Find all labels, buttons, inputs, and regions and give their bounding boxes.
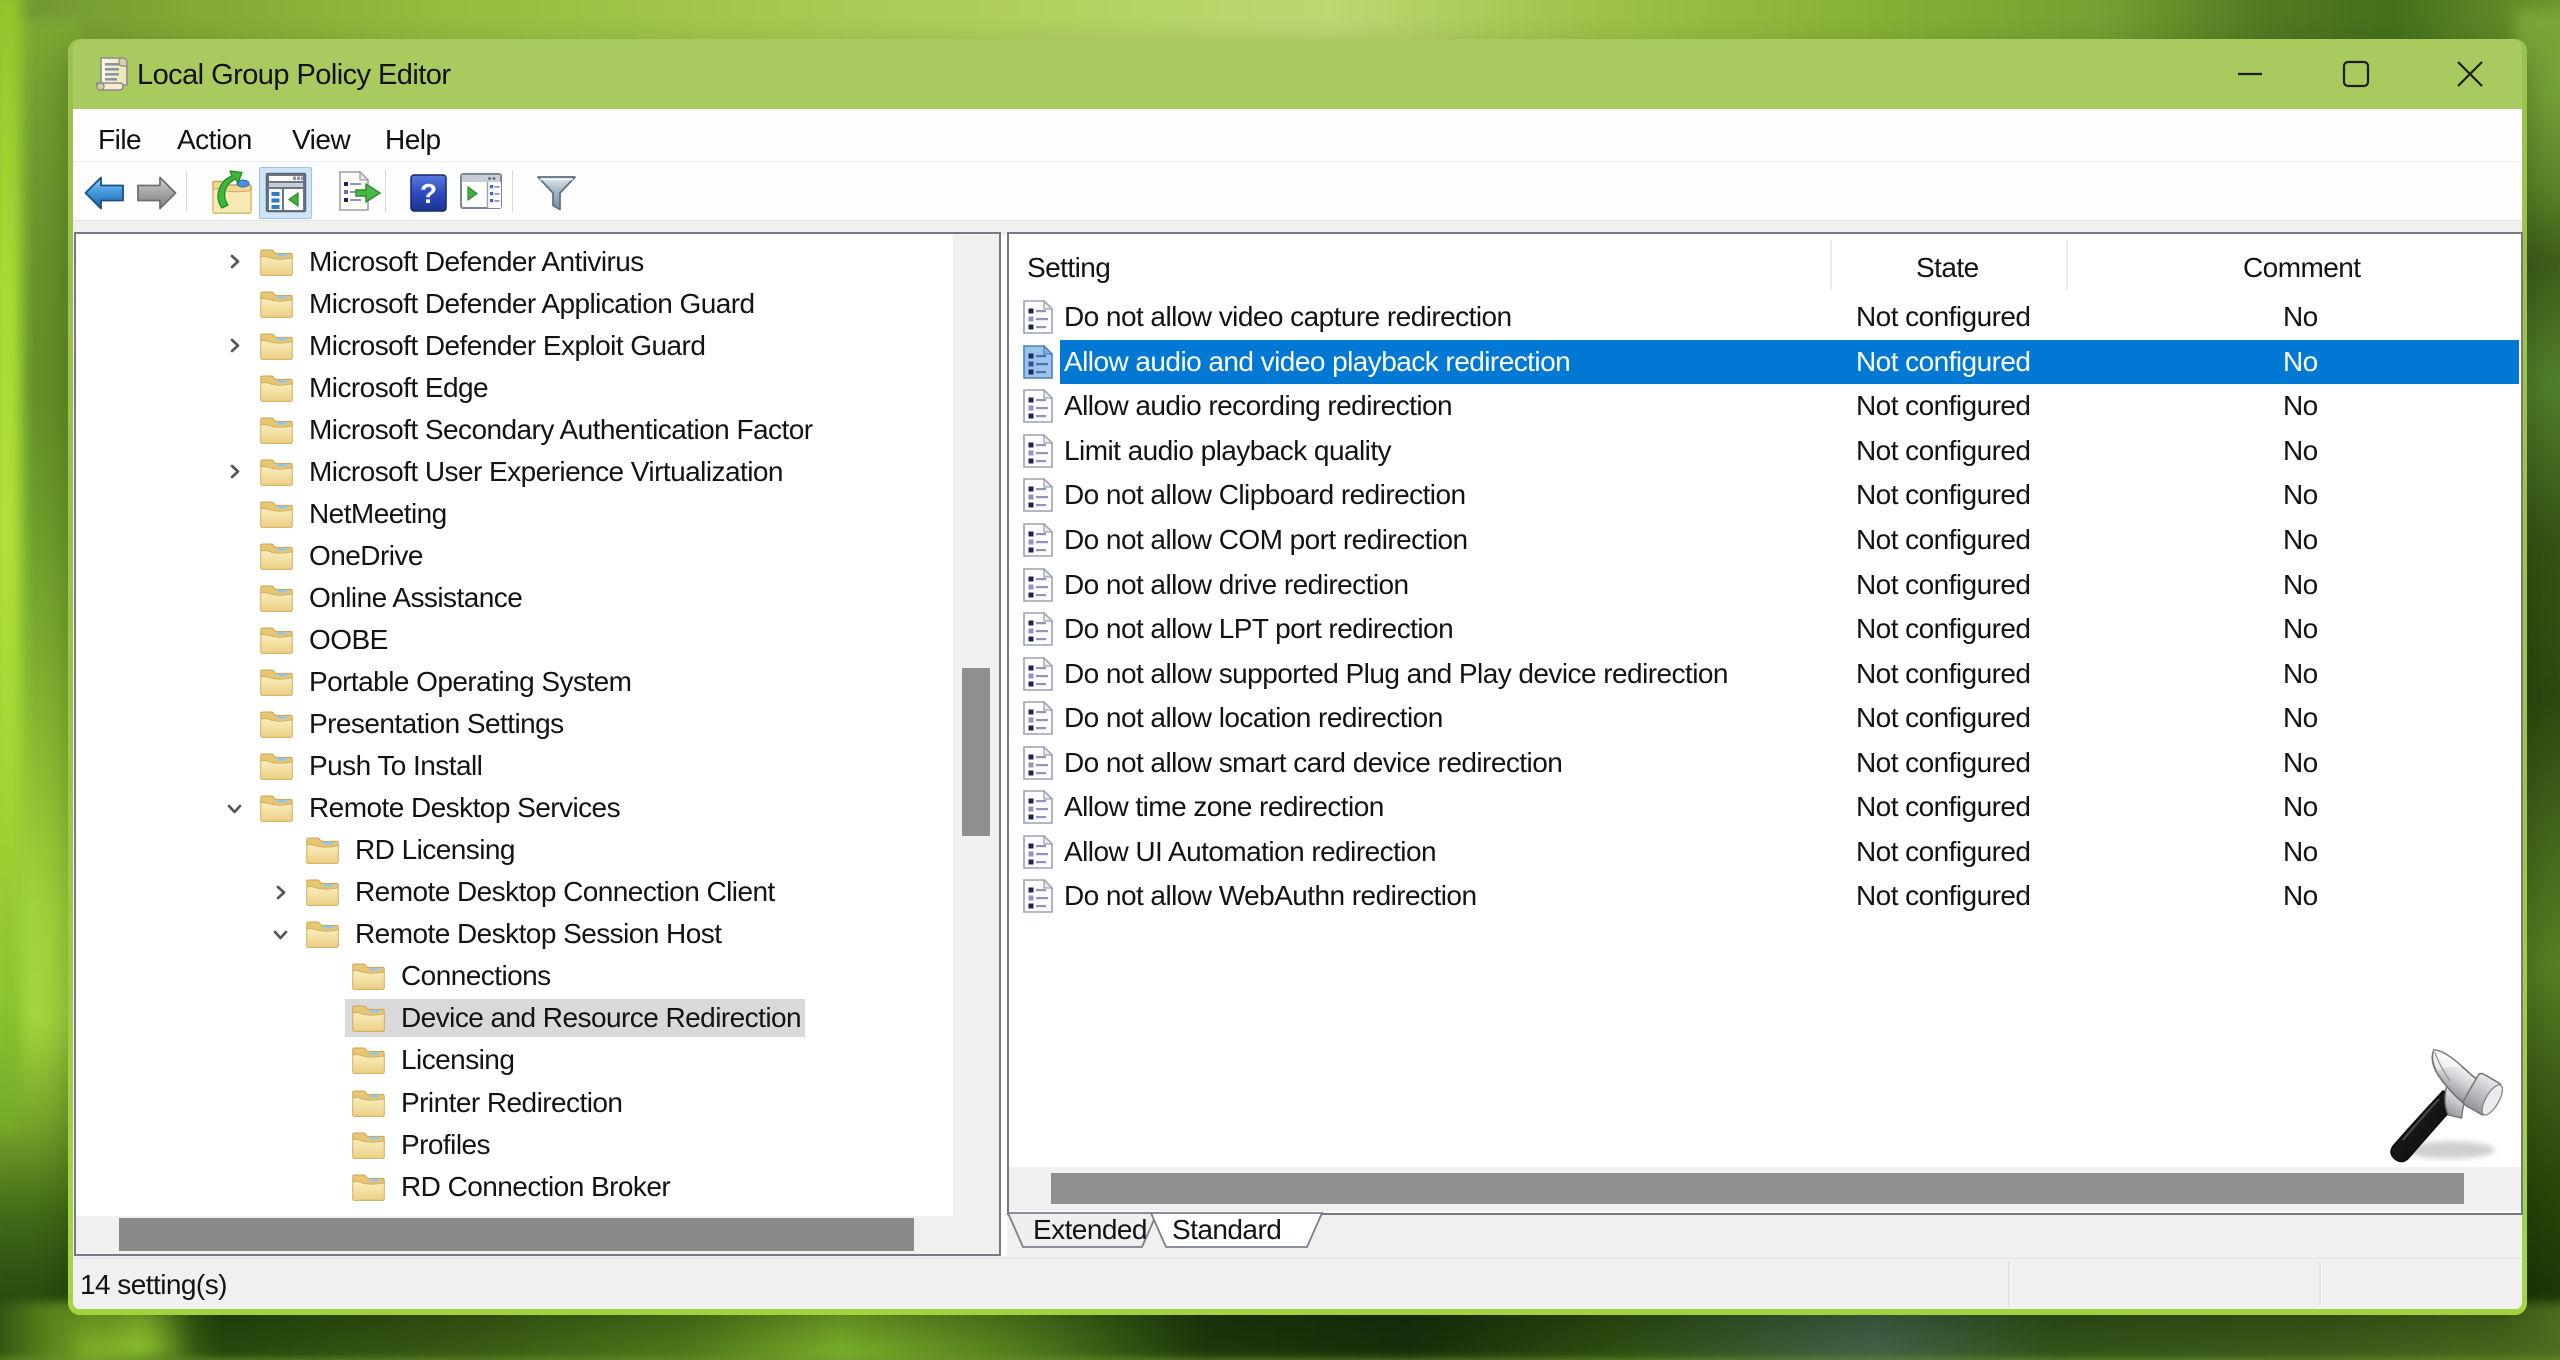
svg-text:?: ? xyxy=(420,178,437,209)
